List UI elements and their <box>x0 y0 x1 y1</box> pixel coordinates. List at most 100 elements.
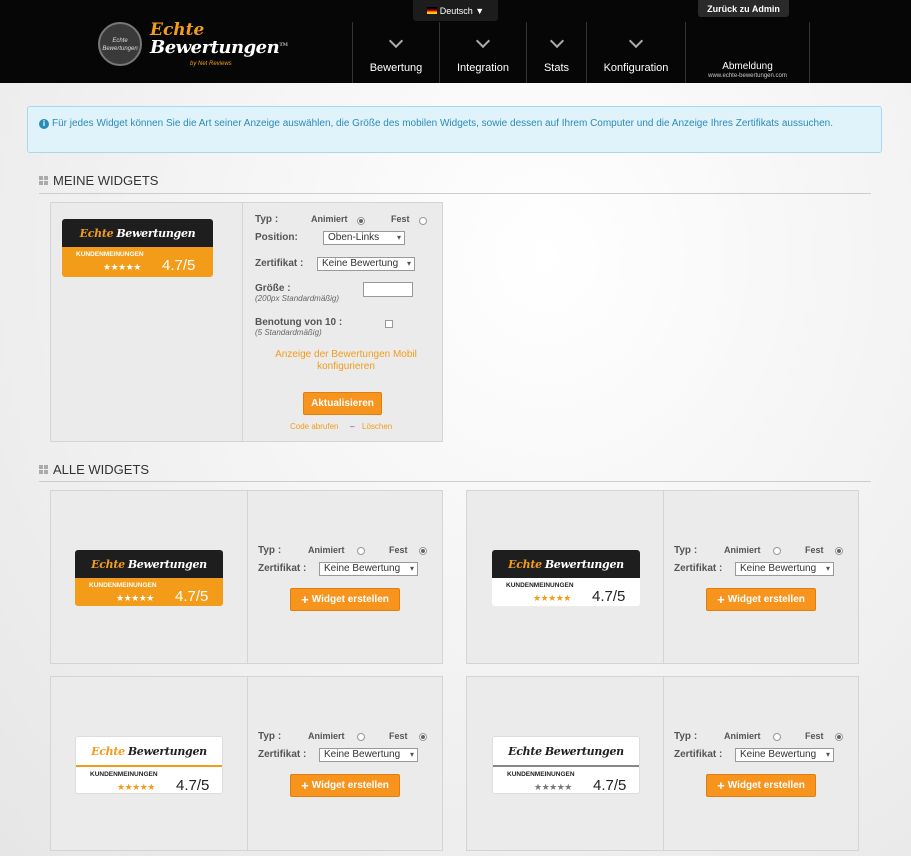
zertifikat-select[interactable]: Keine Bewertung <box>319 748 418 762</box>
german-flag-icon <box>426 7 437 14</box>
radio-fest[interactable] <box>419 217 427 225</box>
badge-bewertungen: Bewertungen <box>544 557 624 571</box>
badge-stars: ★★★★★ <box>534 782 572 792</box>
radio-fest[interactable] <box>419 733 427 741</box>
widget-erstellen-button[interactable]: + Widget erstellen <box>290 774 400 797</box>
panel-divider <box>242 203 243 441</box>
plus-icon: + <box>717 778 725 793</box>
nav-label-konfiguration: Konfiguration <box>603 62 669 74</box>
badge-header: Echte Bewertungen <box>75 550 223 578</box>
widget-preview-badge: Echte Bewertungen KUNDENMEINUNGEN ★★★★★ 4.7… <box>75 550 223 606</box>
zertifikat-select[interactable]: Keine Bewertung <box>735 562 834 576</box>
radio-animiert[interactable] <box>773 733 781 741</box>
radio-animiert[interactable] <box>357 547 365 555</box>
chevron-down-icon <box>388 33 404 49</box>
badge-bewertungen: Bewertungen <box>116 226 196 240</box>
widget-card-light-orange: Echte Bewertungen KUNDENMEINUNGEN ★★★★★ 4.7… <box>50 676 443 851</box>
widget-erstellen-label: Widget erstellen <box>727 594 805 605</box>
back-to-admin-button[interactable]: Zurück zu Admin <box>698 0 789 17</box>
chevron-down-icon <box>475 33 491 49</box>
panel-divider <box>247 491 248 663</box>
size-input[interactable] <box>363 282 413 297</box>
badge-footer: KUNDENMEINUNGEN ★★★★★ 4.7/5 <box>492 578 640 606</box>
fest-label: Fest <box>389 731 408 741</box>
badge-bewertungen: Bewertungen <box>127 557 207 571</box>
animiert-label: Animiert <box>308 545 345 555</box>
badge-bewertungen: Bewertungen <box>544 744 624 758</box>
zertifikat-select[interactable]: Keine Bewertung <box>735 748 834 762</box>
radio-animiert[interactable] <box>773 547 781 555</box>
radio-fest[interactable] <box>835 733 843 741</box>
fest-label: Fest <box>391 214 410 224</box>
loeschen-link[interactable]: Löschen <box>362 422 392 431</box>
zertifikat-label: Zertifikat : <box>674 749 723 760</box>
echte-bewertungen-logo[interactable]: Echte Bewertungen Echte BewertungenTM by… <box>98 20 288 78</box>
my-widget-card: Echte Bewertungen KUNDENMEINUNGEN ★★★★★ 4.7… <box>50 202 443 442</box>
badge-stars: ★★★★★ <box>116 593 154 603</box>
widget-card-dark-orange: Echte Bewertungen KUNDENMEINUNGEN ★★★★★ 4.7… <box>50 490 443 664</box>
badge-header: Echte Bewertungen <box>493 737 639 765</box>
fest-label: Fest <box>805 545 824 555</box>
widget-preview-badge: Echte Bewertungen KUNDENMEINUNGEN ★★★★★ 4.7… <box>62 219 213 277</box>
badge-footer: KUNDENMEINUNGEN ★★★★★ 4.7/5 <box>75 578 223 606</box>
nav-item-stats[interactable]: Stats <box>527 22 587 83</box>
top-navigation-bar: Deutsch ▼ Zurück zu Admin Echte Bewertun… <box>0 0 911 83</box>
badge-kunden: KUNDENMEINUNGEN <box>507 771 575 778</box>
rating-checkbox[interactable] <box>385 320 393 328</box>
radio-fest[interactable] <box>419 547 427 555</box>
update-button[interactable]: Aktualisieren <box>303 392 382 415</box>
widget-card-dark-white: Echte Bewertungen KUNDENMEINUNGEN ★★★★★ 4.7… <box>466 490 859 664</box>
radio-fest[interactable] <box>835 547 843 555</box>
info-alert: i Für jedes Widget können Sie die Art sei… <box>27 106 882 153</box>
badge-echte: Echte <box>79 226 114 240</box>
widget-erstellen-button[interactable]: + Widget erstellen <box>706 588 816 611</box>
section-divider <box>39 193 871 194</box>
widget-erstellen-label: Widget erstellen <box>727 780 805 791</box>
logo-by-net-reviews: by Net Reviews <box>190 61 232 67</box>
badge-echte: Echte <box>91 744 125 758</box>
typ-label: Typ : <box>258 731 282 742</box>
typ-label: Typ : <box>258 545 282 556</box>
position-select[interactable]: Oben-Links <box>323 231 405 245</box>
widget-erstellen-button[interactable]: + Widget erstellen <box>290 588 400 611</box>
typ-label: Typ : <box>674 545 698 556</box>
code-abrufen-link[interactable]: Code abrufen <box>290 422 338 431</box>
animiert-label: Animiert <box>311 214 348 224</box>
zertifikat-select[interactable]: Keine Bewertung <box>317 257 415 271</box>
zertifikat-label: Zertifikat : <box>258 749 307 760</box>
radio-animiert[interactable] <box>357 217 365 225</box>
logo-seal-icon: Echte Bewertungen <box>98 22 142 66</box>
animiert-label: Animiert <box>724 731 761 741</box>
widget-erstellen-label: Widget erstellen <box>311 594 389 605</box>
animiert-label: Animiert <box>724 545 761 555</box>
zertifikat-label: Zertifikat : <box>674 563 723 574</box>
nav-item-abmeldung[interactable]: Abmeldung www.echte-bewertungen.com <box>686 22 810 83</box>
badge-stars: ★★★★★ <box>533 593 571 603</box>
link-separator: – <box>350 422 355 431</box>
badge-header: Echte Bewertungen <box>492 550 640 578</box>
nav-item-bewertung[interactable]: Bewertung <box>353 22 440 83</box>
zertifikat-label: Zertifikat : <box>258 563 307 574</box>
badge-rating: 4.7/5 <box>162 257 196 274</box>
section-title-meine-widgets: MEINE WIDGETS <box>39 173 158 188</box>
section-divider <box>39 481 871 482</box>
language-selector[interactable]: Deutsch ▼ <box>413 0 498 21</box>
badge-kunden: KUNDENMEINUNGEN <box>90 771 158 778</box>
mobile-config-link[interactable]: Anzeige der Bewertungen Mobil konfigurie… <box>261 349 431 373</box>
badge-rating: 4.7/5 <box>176 777 210 794</box>
widget-erstellen-button[interactable]: + Widget erstellen <box>706 774 816 797</box>
radio-animiert[interactable] <box>357 733 365 741</box>
section-title-alle-widgets: ALLE WIDGETS <box>39 462 149 477</box>
nav-label-bewertung: Bewertung <box>369 62 423 74</box>
nav-item-integration[interactable]: Integration <box>440 22 527 83</box>
widget-card-light-gray: Echte Bewertungen KUNDENMEINUNGEN ★★★★★ 4.7… <box>466 676 859 851</box>
badge-rating: 4.7/5 <box>593 777 627 794</box>
animiert-label: Animiert <box>308 731 345 741</box>
typ-label: Typ : <box>674 731 698 742</box>
fest-label: Fest <box>389 545 408 555</box>
nav-item-konfiguration[interactable]: Konfiguration <box>587 22 686 83</box>
badge-echte: Echte <box>91 557 125 571</box>
zertifikat-select[interactable]: Keine Bewertung <box>319 562 418 576</box>
plus-icon: + <box>301 592 309 607</box>
logo-trademark: TM <box>279 42 288 48</box>
